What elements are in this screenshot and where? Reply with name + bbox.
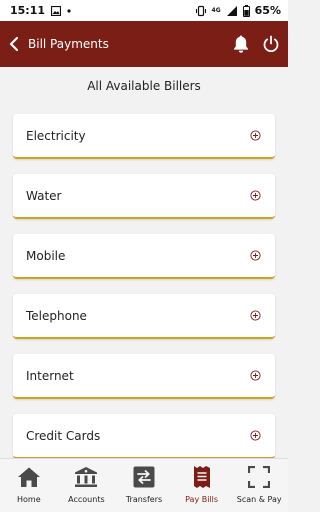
nav-label: Transfers (125, 495, 163, 504)
biller-label: Internet (26, 368, 74, 383)
scan-icon (248, 465, 271, 489)
bill-icon (193, 465, 211, 489)
biller-label: Electricity (26, 128, 86, 143)
battery-percentage: 65% (254, 4, 281, 17)
nav-scan-and-pay[interactable]: Scan & Pay (230, 459, 288, 512)
biller-label: Telephone (26, 308, 87, 323)
bottom-navigation: Home Accounts Transfers Pay Bills Scan &… (0, 458, 288, 512)
biller-credit-cards[interactable]: Credit Cards (13, 414, 275, 459)
signal-icon (226, 5, 238, 17)
plus-circle-icon[interactable] (250, 130, 261, 141)
nav-label: Pay Bills (185, 495, 219, 504)
home-icon (17, 465, 41, 489)
plus-circle-icon[interactable] (250, 370, 261, 381)
biller-mobile[interactable]: Mobile (13, 234, 275, 279)
biller-label: Credit Cards (26, 428, 101, 443)
transfer-icon (133, 465, 155, 489)
nav-label: Accounts (68, 495, 105, 504)
nav-label: Scan & Pay (236, 495, 282, 504)
biller-internet[interactable]: Internet (13, 354, 275, 399)
nav-pay-bills[interactable]: Pay Bills (173, 459, 231, 512)
plus-circle-icon[interactable] (250, 310, 261, 321)
biller-telephone[interactable]: Telephone (13, 294, 275, 339)
biller-electricity[interactable]: Electricity (13, 114, 275, 159)
biller-list: Electricity Water Mobile Telephone Inter… (13, 114, 275, 474)
back-arrow-icon[interactable] (8, 32, 24, 56)
status-bar: 15:11 4G 65% (0, 0, 288, 21)
nav-home[interactable]: Home (0, 459, 58, 512)
image-notification-icon (51, 5, 62, 16)
bank-icon (74, 465, 98, 489)
page-title: Bill Payments (28, 37, 109, 51)
section-title: All Available Billers (87, 79, 201, 93)
nav-transfers[interactable]: Transfers (115, 459, 173, 512)
app-header: Bill Payments (0, 21, 288, 67)
biller-label: Water (26, 188, 62, 203)
biller-water[interactable]: Water (13, 174, 275, 219)
vibrate-icon (195, 5, 207, 17)
plus-circle-icon[interactable] (250, 430, 261, 441)
network-type: 4G (211, 6, 221, 14)
battery-icon (242, 4, 250, 17)
biller-label: Mobile (26, 248, 66, 263)
plus-circle-icon[interactable] (250, 190, 261, 201)
bell-icon[interactable] (232, 34, 250, 54)
nav-label: Home (16, 495, 41, 504)
more-dots-icon (67, 8, 71, 13)
power-logout-icon[interactable] (262, 35, 280, 53)
nav-accounts[interactable]: Accounts (58, 459, 116, 512)
plus-circle-icon[interactable] (250, 250, 261, 261)
status-time: 15:11 (10, 4, 46, 17)
